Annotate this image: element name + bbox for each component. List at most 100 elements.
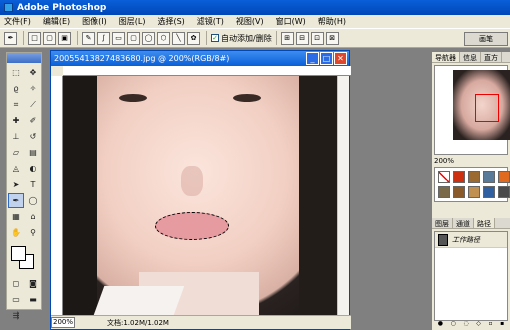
separator [77,31,78,45]
menu-filter[interactable]: 滤镜(T) [197,16,224,27]
style-swatch[interactable] [468,186,480,198]
quick-mask-icon[interactable]: ◙ [25,276,41,291]
lips-selection-path[interactable] [155,212,229,240]
menu-view[interactable]: 视图(V) [236,16,264,27]
line-icon[interactable]: ╲ [172,31,185,45]
fill-path-icon[interactable]: ● [438,320,443,328]
paths-mode-icon[interactable]: ▢ [43,31,56,45]
style-swatch[interactable] [483,186,495,198]
toolbox-header[interactable] [7,53,41,63]
fill-pixels-icon[interactable]: ▣ [58,31,71,45]
style-swatch[interactable] [438,171,450,183]
style-swatch[interactable] [453,186,465,198]
notes-tool-icon[interactable]: ▦ [8,209,24,224]
path-exclude-icon[interactable]: ⊠ [325,31,339,45]
path-add-icon[interactable]: ⊞ [280,31,294,45]
slice-tool-icon[interactable]: ⟋ [25,97,41,112]
eraser-tool-icon[interactable]: ▱ [8,145,24,160]
style-swatch[interactable] [453,171,465,183]
path-subtract-icon[interactable]: ⊟ [295,31,309,45]
image-canvas[interactable] [63,76,339,316]
separator [275,31,277,45]
vertical-scrollbar[interactable] [337,76,349,316]
tab-channels[interactable]: 通道 [453,218,474,228]
dodge-tool-icon[interactable]: ◐ [25,161,41,176]
gradient-tool-icon[interactable]: ▤ [25,145,41,160]
freeform-pen-icon[interactable]: ∫ [97,31,110,45]
style-swatch[interactable] [498,186,510,198]
load-selection-icon[interactable]: ◌ [463,320,468,328]
navigator-tabs: 导航器 信息 直方 [432,52,510,63]
pen-icon[interactable]: ✎ [82,31,95,45]
menu-select[interactable]: 选择(S) [157,16,184,27]
minimize-icon[interactable]: _ [306,52,319,65]
brushes-palette-button[interactable]: 画笔 [464,32,508,46]
imageready-jump-icon[interactable]: ⇶ [8,308,24,323]
rectangle-icon[interactable]: ▭ [112,31,125,45]
delete-path-icon[interactable]: ▪ [500,320,504,328]
tab-navigator[interactable]: 导航器 [432,52,460,62]
tab-histogram[interactable]: 直方 [481,52,502,62]
type-tool-icon[interactable]: T [25,177,41,192]
shape-layers-icon[interactable]: □ [28,31,41,45]
options-bar: ✒ □ ▢ ▣ ✎ ∫ ▭ ▢ ◯ ⬡ ╲ ✿ ✓ 自动添加/删除 ⊞ ⊟ ⊡ … [0,28,510,48]
menu-window[interactable]: 窗口(W) [276,16,306,27]
ellipse-icon[interactable]: ◯ [142,31,155,45]
history-brush-tool-icon[interactable]: ↺ [25,129,41,144]
auto-add-delete-label: 自动添加/删除 [221,33,272,43]
blur-tool-icon[interactable]: ◬ [8,161,24,176]
menu-layer[interactable]: 图层(L) [119,16,146,27]
new-path-icon[interactable]: ▫ [488,320,492,328]
move-tool-icon[interactable]: ✥ [25,65,41,80]
close-icon[interactable]: ✕ [334,52,347,65]
eyedropper-tool-icon[interactable]: ⌂ [25,209,41,224]
list-item[interactable]: 工作路径 [435,232,507,248]
toolbox: ⬚ ✥ ϱ ✧ ⌗ ⟋ ✚ ✐ ⊥ ↺ ▱ ▤ ◬ ◐ ➤ T ✒ ◯ ▦ ⌂ … [6,52,42,320]
stroke-path-icon[interactable]: ○ [451,320,456,328]
lasso-tool-icon[interactable]: ϱ [8,81,24,96]
zoom-tool-icon[interactable]: ⚲ [25,225,41,240]
foreground-color-swatch[interactable] [11,246,26,261]
tab-layers[interactable]: 图层 [432,218,453,228]
separator [23,31,24,45]
hand-tool-icon[interactable]: ✋ [8,225,24,240]
style-swatch[interactable] [438,186,450,198]
make-workpath-icon[interactable]: ◇ [476,320,481,328]
custom-shape-icon[interactable]: ✿ [187,31,200,45]
menu-image[interactable]: 图像(I) [82,16,107,27]
navigator-view-box[interactable] [475,94,499,122]
style-swatch[interactable] [483,171,495,183]
fullscreen-mode-icon[interactable]: ▬ [25,292,41,307]
auto-add-delete-checkbox[interactable]: ✓ [211,34,219,42]
tab-info[interactable]: 信息 [460,52,481,62]
clone-stamp-tool-icon[interactable]: ⊥ [8,129,24,144]
pen-tool-icon[interactable]: ✒ [8,193,24,208]
menu-edit[interactable]: 编辑(E) [43,16,70,27]
style-swatch[interactable] [468,171,480,183]
marquee-tool-icon[interactable]: ⬚ [8,65,24,80]
zoom-level-field[interactable]: 200% [51,317,75,328]
style-swatch[interactable] [498,171,510,183]
polygon-icon[interactable]: ⬡ [157,31,170,45]
healing-brush-tool-icon[interactable]: ✚ [8,113,24,128]
path-intersect-icon[interactable]: ⊡ [310,31,324,45]
brush-tool-icon[interactable]: ✐ [25,113,41,128]
screen-mode-icon[interactable]: ▭ [8,292,24,307]
crop-tool-icon[interactable]: ⌗ [8,97,24,112]
tab-paths[interactable]: 路径 [474,218,495,228]
path-selection-tool-icon[interactable]: ➤ [8,177,24,192]
ruler-horizontal [63,66,351,76]
navigator-thumbnail[interactable] [434,65,510,155]
shape-tool-icon[interactable]: ◯ [25,193,41,208]
rounded-rectangle-icon[interactable]: ▢ [127,31,140,45]
menu-file[interactable]: 文件(F) [4,16,31,27]
document-titlebar[interactable]: 20055413827483680.jpg @ 200%(RGB/8#) _ □… [51,51,349,66]
separator [206,31,207,45]
maximize-icon[interactable]: □ [320,52,333,65]
navigator-zoom[interactable]: 200% [432,157,510,167]
magic-wand-tool-icon[interactable]: ✧ [25,81,41,96]
styles-grid [434,167,510,202]
pen-tool-preset-icon[interactable]: ✒ [4,31,17,45]
standard-mode-icon[interactable]: ◻ [8,276,24,291]
menu-help[interactable]: 帮助(H) [318,16,346,27]
